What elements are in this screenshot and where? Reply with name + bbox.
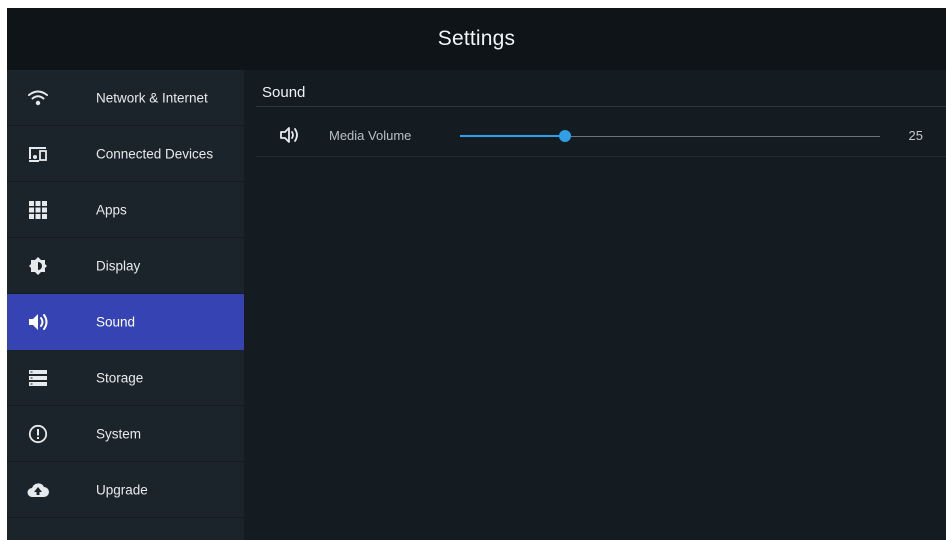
sidebar-item-label: Storage (96, 370, 144, 385)
brightness-icon (27, 255, 49, 277)
header: Settings (7, 8, 946, 70)
sidebar-item-sound[interactable]: Sound (7, 294, 244, 350)
sidebar-item-label: Sound (96, 314, 136, 329)
devices-icon (27, 143, 49, 165)
sidebar: Network & Internet Connected Devices App… (7, 70, 244, 540)
sidebar-item-label: Upgrade (96, 482, 148, 497)
media-volume-value: 25 (908, 128, 923, 143)
speaker-icon (27, 311, 49, 333)
media-volume-slider[interactable] (460, 130, 880, 142)
section-title: Sound (262, 84, 306, 101)
wifi-icon (27, 87, 49, 109)
cloud-upload-icon (27, 479, 49, 501)
media-volume-label: Media Volume (329, 128, 412, 143)
sidebar-item-display[interactable]: Display (7, 238, 244, 294)
sidebar-item-system[interactable]: System (7, 406, 244, 462)
storage-icon (27, 367, 49, 389)
alert-circle-icon (27, 423, 49, 445)
slider-thumb[interactable] (559, 130, 571, 142)
sidebar-item-label: Connected Devices (96, 146, 214, 161)
sidebar-item-label: System (96, 426, 142, 441)
sidebar-item-storage[interactable]: Storage (7, 350, 244, 406)
sidebar-item-upgrade[interactable]: Upgrade (7, 462, 244, 518)
page-title: Settings (437, 27, 516, 50)
sidebar-item-network[interactable]: Network & Internet (7, 70, 244, 126)
settings-window: Settings Network & Internet Connected De… (7, 8, 946, 540)
sidebar-item-label: Network & Internet (96, 90, 208, 105)
sidebar-item-label: Apps (96, 202, 127, 217)
volume-icon (278, 125, 302, 145)
content-panel: Sound Media Volume 25 (244, 70, 946, 540)
sidebar-item-label: Display (96, 258, 141, 273)
media-volume-row: Media Volume 25 (256, 116, 946, 157)
slider-fill (460, 135, 565, 137)
sidebar-item-apps[interactable]: Apps (7, 182, 244, 238)
section-divider (256, 106, 946, 107)
apps-grid-icon (27, 199, 49, 221)
sidebar-item-connected-devices[interactable]: Connected Devices (7, 126, 244, 182)
